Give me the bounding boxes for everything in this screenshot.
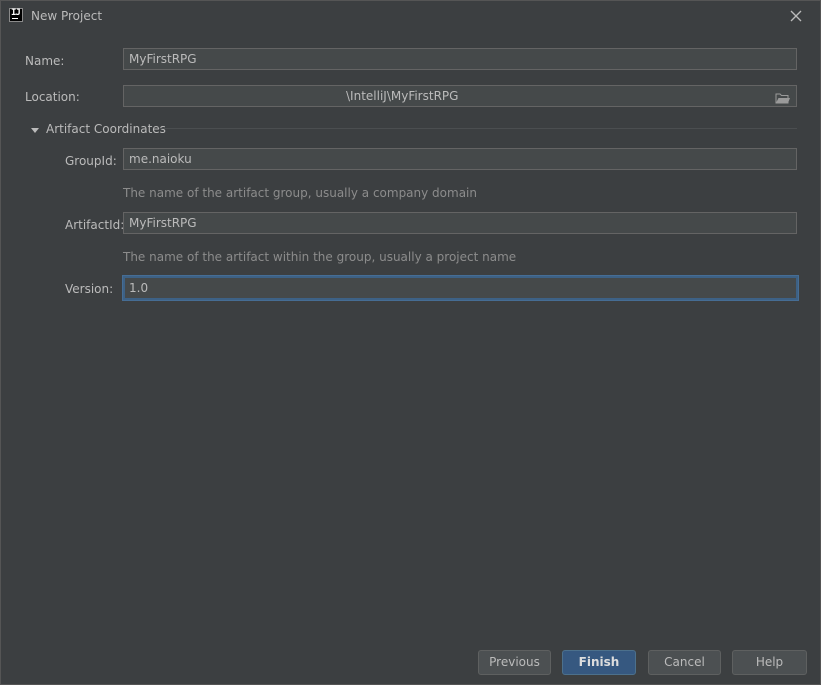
artifact-section-toggle[interactable] bbox=[30, 125, 40, 135]
name-input[interactable] bbox=[123, 48, 797, 70]
artifactid-input[interactable] bbox=[123, 212, 797, 234]
version-label: Version: bbox=[65, 282, 114, 296]
cancel-button[interactable]: Cancel bbox=[648, 650, 721, 675]
intellij-icon: IJ bbox=[9, 8, 23, 22]
version-input[interactable] bbox=[123, 276, 798, 300]
help-button[interactable]: Help bbox=[732, 650, 807, 675]
close-button[interactable] bbox=[787, 7, 805, 25]
close-icon bbox=[790, 10, 802, 22]
artifactid-hint: The name of the artifact within the grou… bbox=[123, 250, 517, 264]
location-label: Location: bbox=[25, 90, 80, 104]
location-input[interactable]: \IntelliJ\MyFirstRPG bbox=[123, 85, 797, 107]
folder-icon[interactable] bbox=[775, 90, 791, 104]
name-label: Name: bbox=[25, 54, 65, 68]
dialog-title: New Project bbox=[31, 9, 103, 23]
title-bar: IJ New Project bbox=[1, 1, 820, 32]
groupid-hint: The name of the artifact group, usually … bbox=[123, 186, 477, 200]
new-project-dialog: IJ New Project Name: Location: \IntelliJ… bbox=[0, 0, 821, 685]
artifactid-label: ArtifactId: bbox=[65, 218, 125, 232]
location-value: \IntelliJ\MyFirstRPG bbox=[346, 89, 459, 103]
artifact-section-label[interactable]: Artifact Coordinates bbox=[46, 122, 166, 136]
section-divider bbox=[159, 128, 797, 129]
groupid-input[interactable] bbox=[123, 148, 797, 170]
previous-button[interactable]: Previous bbox=[478, 650, 551, 675]
groupid-label: GroupId: bbox=[65, 154, 117, 168]
triangle-down-icon bbox=[31, 128, 39, 133]
finish-button[interactable]: Finish bbox=[562, 650, 636, 675]
